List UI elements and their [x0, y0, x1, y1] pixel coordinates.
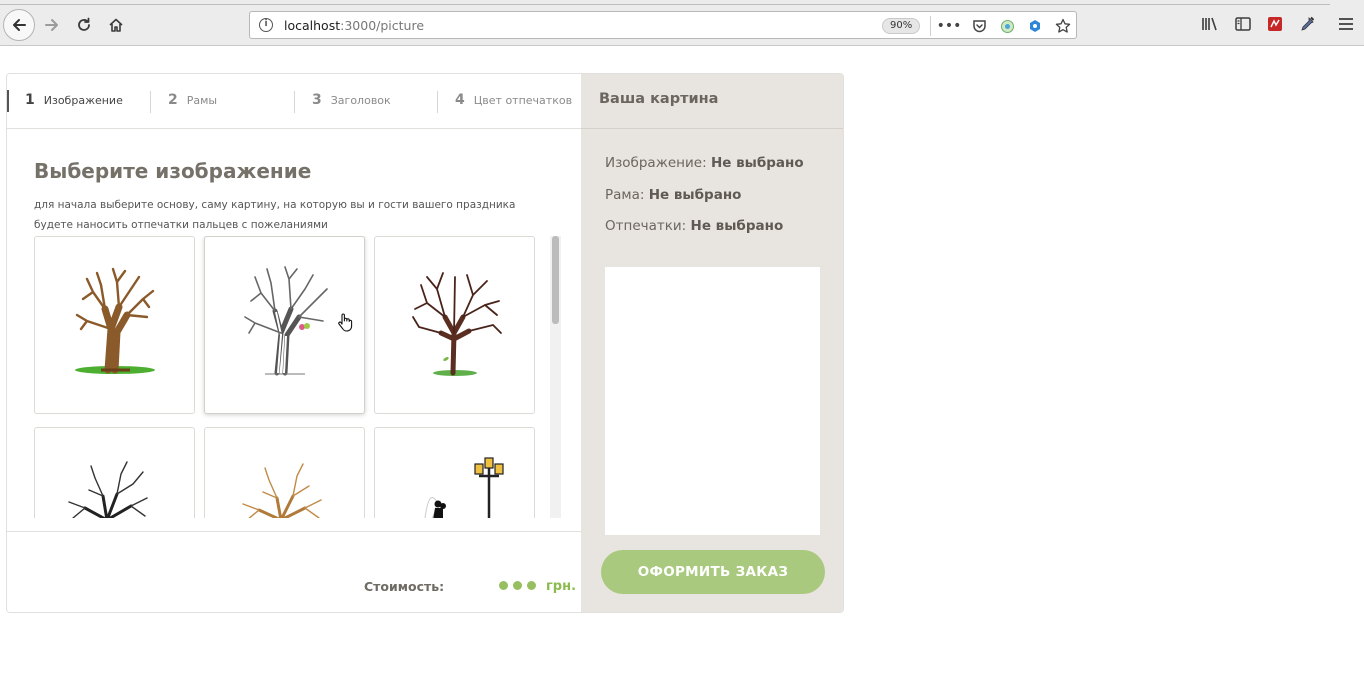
summary-frame-label: Рама:	[605, 187, 645, 203]
summary-image-label: Изображение:	[605, 155, 707, 171]
step-divider	[294, 91, 295, 113]
forward-button[interactable]	[38, 11, 66, 39]
image-option[interactable]	[34, 236, 195, 414]
page-actions-icon[interactable]: •••	[937, 17, 962, 35]
library-icon[interactable]	[1199, 13, 1221, 35]
step-print-color[interactable]: 4 Цвет отпечатков	[455, 92, 572, 112]
address-bar[interactable]: i localhost:3000/picture 90% •••	[249, 11, 1077, 39]
step-number: 4	[455, 92, 465, 108]
step-label: Заголовок	[330, 94, 391, 107]
image-option[interactable]	[34, 427, 195, 518]
extension-red-icon[interactable]	[1264, 13, 1286, 35]
step-number: 3	[312, 92, 322, 108]
extension-blue-icon[interactable]	[1026, 17, 1044, 35]
summary-prints-value: Не выбрано	[690, 218, 784, 234]
step-label: Изображение	[43, 94, 123, 107]
hand-cursor-icon	[338, 313, 353, 332]
back-button[interactable]	[3, 9, 35, 41]
image-option[interactable]	[204, 427, 365, 518]
footer-divider	[7, 531, 581, 532]
picture-builder: 1 Изображение 2 Рамы 3 Заголовок 4 Цвет …	[6, 73, 844, 613]
orange-bare-tree-icon	[242, 463, 322, 518]
order-button[interactable]: ОФОРМИТЬ ЗАКАЗ	[601, 550, 825, 594]
scrollbar-thumb[interactable]	[552, 236, 559, 324]
site-info-icon[interactable]: i	[259, 18, 273, 32]
summary-image-row: Изображение: Не выбрано	[605, 155, 804, 171]
summary-title: Ваша картина	[599, 91, 719, 107]
reload-icon	[78, 17, 90, 31]
step-divider	[150, 91, 151, 113]
price-currency: грн.	[546, 579, 577, 594]
picture-preview	[605, 267, 820, 535]
couple-with-lamppost-icon	[424, 457, 504, 518]
step-number: 1	[25, 92, 35, 108]
step-label: Рамы	[186, 94, 218, 107]
pocket-icon[interactable]	[970, 17, 988, 35]
image-grid	[34, 236, 554, 518]
step-number: 2	[168, 92, 178, 108]
page-subtitle: для начала выберите основу, саму картину…	[34, 199, 516, 231]
steps-nav: 1 Изображение 2 Рамы 3 Заголовок 4 Цвет …	[7, 74, 581, 129]
summary-prints-row: Отпечатки: Не выбрано	[605, 218, 783, 234]
reload-button[interactable]	[70, 11, 98, 39]
eyedropper-icon[interactable]	[1296, 13, 1318, 35]
arrow-left-icon	[13, 19, 26, 31]
black-bare-tree-icon	[68, 461, 148, 518]
brown-tree-on-grass-icon	[75, 267, 155, 374]
dark-tree-with-leaf-icon	[412, 272, 502, 376]
step-heading[interactable]: 3 Заголовок	[312, 92, 391, 112]
summary-prints-label: Отпечатки:	[605, 218, 687, 234]
image-grid-scrollbar[interactable]	[550, 236, 561, 518]
builder-main-panel: 1 Изображение 2 Рамы 3 Заголовок 4 Цвет …	[7, 74, 581, 612]
summary-frame-value: Не выбрано	[648, 187, 742, 203]
home-icon	[109, 18, 123, 32]
image-option[interactable]	[374, 236, 535, 414]
summary-image-value: Не выбрано	[710, 155, 804, 171]
step-frames[interactable]: 2 Рамы	[168, 92, 217, 112]
summary-header: Ваша картина	[581, 74, 843, 129]
url-text[interactable]: localhost:3000/picture	[284, 18, 424, 33]
summary-frame-row: Рама: Не выбрано	[605, 187, 741, 203]
tab-strip	[0, 0, 1364, 5]
home-button[interactable]	[102, 11, 130, 39]
active-step-marker	[7, 90, 9, 112]
step-image[interactable]: 1 Изображение	[25, 92, 123, 112]
extension-globe-icon[interactable]	[998, 17, 1016, 35]
bookmark-star-icon[interactable]	[1054, 17, 1072, 35]
step-label: Цвет отпечатков	[473, 94, 573, 107]
price-loading-indicator	[499, 581, 536, 590]
browser-toolbar: i localhost:3000/picture 90% •••	[0, 0, 1364, 46]
hamburger-menu-icon[interactable]	[1335, 13, 1357, 35]
arrow-right-icon	[45, 19, 58, 31]
image-option[interactable]	[374, 427, 535, 518]
urlbar-divider	[930, 16, 931, 36]
summary-panel: Ваша картина Изображение: Не выбрано Рам…	[581, 74, 843, 612]
sidebar-icon[interactable]	[1232, 13, 1254, 35]
price-label: Стоимость:	[364, 579, 445, 594]
page-title: Выберите изображение	[34, 159, 312, 183]
step-divider	[437, 91, 438, 113]
zoom-indicator[interactable]: 90%	[882, 18, 921, 34]
